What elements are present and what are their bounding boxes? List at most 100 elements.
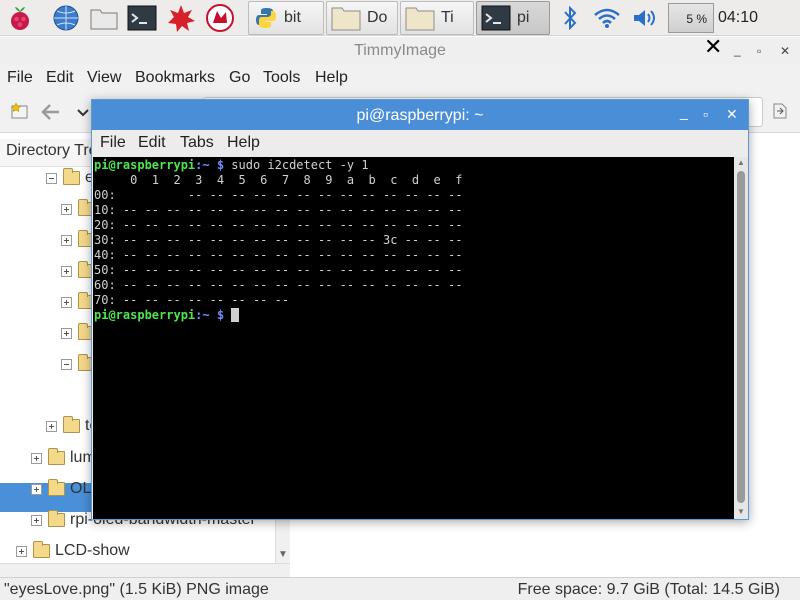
output-line: 0 1 2 3 4 5 6 7 8 9 a b c d e f <box>94 173 463 187</box>
file-manager-menubar: File Edit View Bookmarks Go Tools Help <box>0 65 800 91</box>
terminal-output[interactable]: pi@raspberrypi:~ $ sudo i2cdetect -y 1 0… <box>93 157 734 519</box>
expand-icon[interactable] <box>46 420 57 432</box>
bluetooth-icon[interactable] <box>558 2 582 34</box>
menu-edit[interactable]: Edit <box>46 69 74 87</box>
minimize-icon[interactable]: _ <box>734 43 741 57</box>
scroll-down-icon[interactable]: ▼ <box>278 549 288 560</box>
close-window-icon[interactable]: ✕ <box>780 44 790 58</box>
prompt-line: pi@raspberrypi:~ $ <box>94 308 734 323</box>
tree-item[interactable]: e <box>46 166 94 190</box>
folder-icon <box>63 168 80 185</box>
folder-icon <box>48 448 65 465</box>
menu-help[interactable]: Help <box>227 134 260 152</box>
web-browser-icon[interactable] <box>50 2 82 34</box>
menu-file[interactable]: File <box>100 134 126 152</box>
expand-icon[interactable] <box>61 203 72 215</box>
folder-icon <box>63 416 80 433</box>
terminal-window: pi@raspberrypi: ~ _ ▫ ✕ File Edit Tabs H… <box>91 99 749 520</box>
history-dropdown-icon[interactable] <box>77 105 89 123</box>
status-free-space: Free space: 9.7 GiB (Total: 14.5 GiB) <box>517 581 780 598</box>
output-line: 10: -- -- -- -- -- -- -- -- -- -- -- -- … <box>94 203 463 217</box>
terminal-title: pi@raspberrypi: ~ <box>356 107 484 124</box>
task-label: Do <box>367 9 388 26</box>
status-selected-file: "eyesLove.png" (1.5 KiB) PNG image <box>4 581 269 598</box>
collapse-icon[interactable] <box>61 358 72 370</box>
tree-item[interactable]: LCD-show <box>16 539 130 563</box>
menu-edit[interactable]: Edit <box>138 134 166 152</box>
menu-file[interactable]: File <box>7 69 33 87</box>
folder-icon <box>48 510 65 527</box>
expand-icon[interactable] <box>61 234 72 246</box>
file-manager-icon[interactable] <box>88 2 120 34</box>
task-button-ti[interactable]: Ti <box>400 1 474 35</box>
window-title: TimmyImage <box>354 42 446 59</box>
close-icon[interactable]: ✕ <box>726 106 738 123</box>
go-icon[interactable] <box>770 101 790 126</box>
menu-bookmarks[interactable]: Bookmarks <box>135 69 215 87</box>
minimize-icon[interactable]: _ <box>680 104 688 120</box>
task-button-bit[interactable]: bit <box>248 1 324 35</box>
expand-icon[interactable] <box>16 545 27 557</box>
clock[interactable]: 04:10 <box>718 9 758 27</box>
prompt-path: :~ $ <box>195 158 232 172</box>
output-line: 40: -- -- -- -- -- -- -- -- -- -- -- -- … <box>94 248 463 262</box>
terminal-icon <box>481 5 511 31</box>
text-cursor <box>231 308 240 322</box>
prompt-user: pi@raspberrypi <box>94 308 196 322</box>
menu-tabs[interactable]: Tabs <box>180 134 214 152</box>
task-button-do[interactable]: Do <box>326 1 398 35</box>
output-line: 30: -- -- -- -- -- -- -- -- -- -- -- -- … <box>94 233 463 247</box>
menu-go[interactable]: Go <box>229 69 250 87</box>
folder-icon <box>331 5 361 31</box>
task-label: bit <box>284 9 301 26</box>
command-text: sudo i2cdetect -y 1 <box>231 158 369 172</box>
new-tab-icon[interactable] <box>10 101 30 126</box>
back-icon[interactable] <box>40 102 62 127</box>
tree-item-label: LCD-show <box>55 542 130 559</box>
wolfram-icon[interactable] <box>165 2 197 34</box>
maximize-icon[interactable]: ▫ <box>757 44 761 58</box>
task-label: pi <box>517 9 530 26</box>
expand-icon[interactable] <box>61 265 72 277</box>
expand-icon[interactable] <box>31 452 42 464</box>
terminal-scrollbar[interactable]: ▲ ▼ <box>734 157 748 519</box>
folder-icon <box>33 541 50 558</box>
prompt-user: pi@raspberrypi <box>94 158 196 172</box>
folder-icon <box>48 479 65 496</box>
status-bar: "eyesLove.png" (1.5 KiB) PNG image Free … <box>0 577 800 600</box>
prompt-path: :~ $ <box>195 308 232 322</box>
output-line: 60: -- -- -- -- -- -- -- -- -- -- -- -- … <box>94 278 463 292</box>
collapse-icon[interactable] <box>46 172 57 184</box>
menu-help[interactable]: Help <box>315 69 348 87</box>
output-line: 50: -- -- -- -- -- -- -- -- -- -- -- -- … <box>94 263 463 277</box>
expand-icon[interactable] <box>61 327 72 339</box>
folder-icon <box>405 5 435 31</box>
tree-horizontal-scrollbar[interactable] <box>0 563 290 577</box>
taskbar: bit Do Ti pi 5 % 04:10 <box>0 0 800 36</box>
mathematica-icon[interactable] <box>204 2 236 34</box>
raspberry-menu-icon[interactable] <box>4 2 36 34</box>
expand-icon[interactable] <box>31 514 42 526</box>
scrollbar-thumb[interactable] <box>737 171 745 503</box>
terminal-menubar: File Edit Tabs Help <box>92 130 748 156</box>
expand-icon[interactable] <box>61 296 72 308</box>
python-icon <box>254 6 278 30</box>
wifi-icon[interactable] <box>592 2 622 34</box>
scroll-up-icon[interactable]: ▲ <box>737 158 745 167</box>
expand-icon[interactable] <box>31 483 42 495</box>
scroll-down-icon[interactable]: ▼ <box>737 507 745 516</box>
file-manager-titlebar: TimmyImage ✕ _ ▫ ✕ <box>0 34 800 65</box>
terminal-launcher-icon[interactable] <box>126 2 158 34</box>
tree-item[interactable]: lum <box>31 446 96 470</box>
volume-icon[interactable] <box>630 2 660 34</box>
output-line: 20: -- -- -- -- -- -- -- -- -- -- -- -- … <box>94 218 463 232</box>
output-line: 70: -- -- -- -- -- -- -- -- <box>94 293 290 307</box>
close-icon[interactable]: ✕ <box>704 34 722 60</box>
task-button-pi[interactable]: pi <box>476 1 550 35</box>
terminal-titlebar[interactable]: pi@raspberrypi: ~ _ ▫ ✕ <box>92 100 748 130</box>
command-line: pi@raspberrypi:~ $ sudo i2cdetect -y 1 <box>94 158 734 173</box>
maximize-icon[interactable]: ▫ <box>703 106 708 122</box>
menu-view[interactable]: View <box>87 69 121 87</box>
cpu-monitor[interactable]: 5 % <box>668 3 714 33</box>
menu-tools[interactable]: Tools <box>263 69 300 87</box>
